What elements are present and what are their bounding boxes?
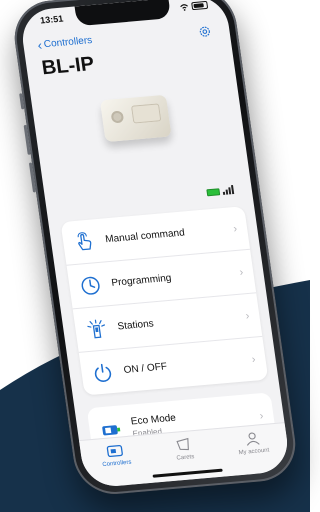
tab-my-account[interactable]: My account xyxy=(216,423,291,477)
device-status-indicators xyxy=(206,185,235,197)
status-time: 13:51 xyxy=(39,13,64,26)
controller-menu: Manual command › Programming › Stations … xyxy=(60,206,269,396)
tab-controllers[interactable]: Controllers xyxy=(79,435,154,489)
chevron-right-icon: › xyxy=(232,222,238,235)
map-icon xyxy=(176,437,189,451)
controller-device-image xyxy=(99,94,172,143)
user-icon xyxy=(246,432,260,446)
power-icon xyxy=(94,363,112,382)
battery-icon xyxy=(191,0,209,11)
wifi-icon xyxy=(180,3,188,11)
signal-strength-icon xyxy=(222,185,235,195)
page-title: BL-IP xyxy=(40,53,96,80)
menu-label: Manual command xyxy=(104,227,186,246)
controller-icon xyxy=(107,444,124,458)
back-label: Controllers xyxy=(43,35,93,51)
chevron-right-icon: › xyxy=(238,265,244,279)
sprinkler-icon xyxy=(87,319,105,338)
chevron-right-icon: › xyxy=(244,309,251,322)
menu-label: Programming xyxy=(110,272,173,289)
hand-tap-icon xyxy=(77,231,92,250)
tab-label: My account xyxy=(238,447,270,457)
clock-icon xyxy=(81,276,100,295)
menu-label: ON / OFF xyxy=(122,361,168,376)
device-battery-icon xyxy=(206,188,221,197)
chevron-right-icon: › xyxy=(258,410,265,423)
chevron-left-icon: ‹ xyxy=(36,36,43,53)
back-button[interactable]: ‹ Controllers xyxy=(36,35,93,53)
tab-label: Carets xyxy=(176,454,195,462)
menu-label: Stations xyxy=(116,318,155,333)
tab-label: Controllers xyxy=(102,459,132,469)
gear-icon[interactable] xyxy=(197,25,212,39)
status-icons xyxy=(179,0,209,11)
chevron-right-icon: › xyxy=(250,353,257,366)
